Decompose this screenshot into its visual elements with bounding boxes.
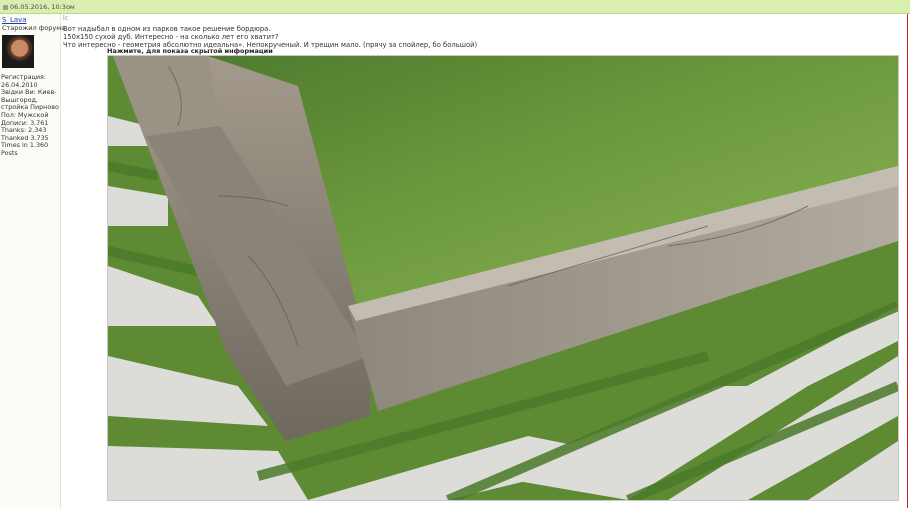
post-content: lc Вот надыбал в одном из парков такое р… (61, 14, 910, 508)
user-info: Регистрация: 26.04.2010 Звідки Ви: Киев-… (1, 73, 61, 158)
spoiler-photo[interactable] (107, 55, 899, 501)
garden-photo-icon (108, 56, 898, 500)
post-header: 06.05.2016, 10:3ом (0, 0, 910, 14)
avatar[interactable] (2, 35, 34, 68)
user-info-line: Posts (1, 148, 18, 157)
post-date: 06.05.2016, 10:3ом (3, 3, 75, 11)
user-title: Старожил форума (2, 24, 66, 32)
post-text: Вот надыбал в одном из парков такое реше… (63, 25, 477, 49)
user-sidebar: S_Lava Старожил форума Регистрация: 26.0… (0, 14, 65, 508)
page-border-right (907, 14, 908, 508)
post-line: 150x150 сухой дуб. Интересно - на скольк… (63, 33, 279, 41)
spoiler-toggle[interactable]: Нажмите, для показа скрытой информации (107, 47, 273, 55)
post-line: Вот надыбал в одном из парков такое реше… (63, 25, 271, 33)
post-icon: lc (63, 15, 68, 22)
username-link[interactable]: S_Lava (2, 16, 27, 24)
